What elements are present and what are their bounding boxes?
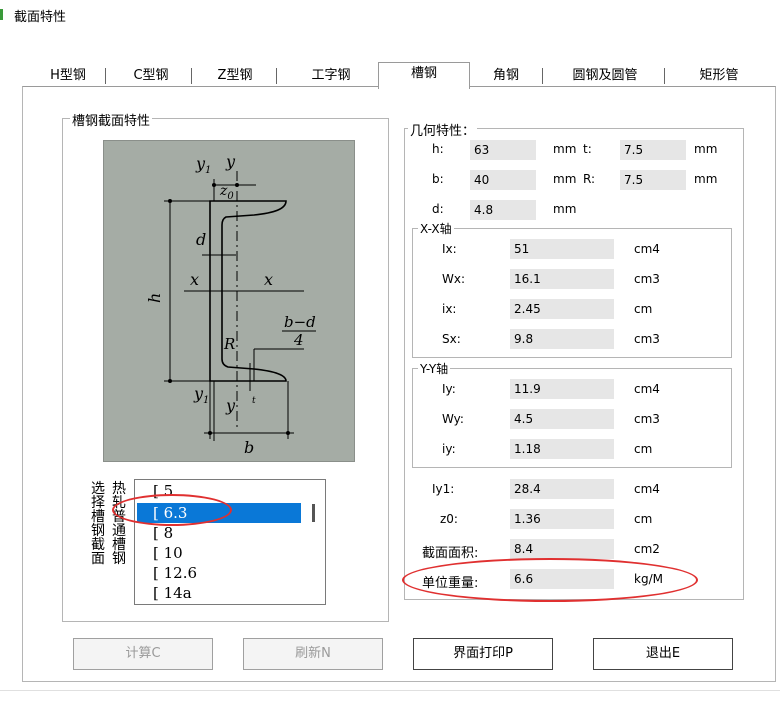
label-y1-bottom: y1 [193,384,209,406]
Iy1-unit: cm4 [634,482,660,496]
label-x-right: x [264,270,273,289]
yy-axis-title: Y-Y轴 [418,360,451,377]
label-x-left: x [190,270,199,289]
ix-label: ix: [442,302,457,316]
R-value-field[interactable]: 7.5 [620,170,686,190]
area-value-field[interactable]: 8.4 [510,539,614,559]
channel-section-diagram: y1 y z0 d x x h b−d 4 R y1 y t b [103,140,355,462]
label-R: R [223,335,235,353]
b-unit: mm [553,172,577,186]
selector-label: 选择槽钢截面 [91,481,105,567]
tab-channel-steel[interactable]: 槽钢 [378,62,470,89]
title-bar: 截面特性 [0,0,780,28]
tab-h-steel[interactable]: H型钢 [38,66,98,86]
Iy-value-field[interactable]: 11.9 [510,379,614,399]
annotation-circle-selection [112,494,232,526]
label-y1-top: y1 [195,154,211,176]
z0-value-field[interactable]: 1.36 [510,509,614,529]
tab-strip: H型钢 C型钢 Z型钢 工字钢 槽钢 角钢 圆钢及圆管 矩形管 [28,62,778,89]
Sx-label: Sx: [442,332,461,346]
list-item[interactable]: [ 10 [149,543,303,563]
ix-unit: cm [634,302,653,316]
list-item[interactable]: [ 14a [149,583,303,603]
Sx-unit: cm3 [634,332,660,346]
area-label: 截面面积: [422,546,479,561]
label-y-bottom: y [225,396,236,415]
tab-divider [276,68,277,84]
Sx-value-field[interactable]: 9.8 [510,329,614,349]
Iy-unit: cm4 [634,382,660,396]
h-value-field[interactable]: 63 [470,140,536,160]
Ix-label: Ix: [442,242,457,256]
tab-round-steel[interactable]: 圆钢及圆管 [550,66,660,86]
label-h: h [145,293,164,303]
area-unit: cm2 [634,542,660,556]
section-group-title: 槽钢截面特性 [70,110,153,129]
ix-value-field[interactable]: 2.45 [510,299,614,319]
Iy1-label: Iy1: [432,482,455,496]
window-title: 截面特性 [14,10,67,25]
Wy-label: Wy: [442,412,464,426]
print-screen-button[interactable]: 界面打印P [413,638,553,670]
channel-drawing: y1 y z0 d x x h b−d 4 R y1 y t b [145,152,316,457]
Iy1-value-field[interactable]: 28.4 [510,479,614,499]
tab-i-beam[interactable]: 工字钢 [286,66,376,86]
d-unit: mm [553,202,577,216]
geometry-group-title: 几何特性： [408,120,478,139]
Wx-value-field[interactable]: 16.1 [510,269,614,289]
listbox-scrollbar[interactable] [312,504,315,522]
app-icon [0,9,3,20]
b-label: b: [432,172,444,186]
z0-unit: cm [634,512,653,526]
exit-button[interactable]: 退出E [593,638,733,670]
label-z0: z0 [219,183,234,202]
d-value-field[interactable]: 4.8 [470,200,536,220]
iy-label: iy: [442,442,456,456]
Ix-value-field[interactable]: 51 [510,239,614,259]
tab-divider [105,68,106,84]
t-unit: mm [694,142,718,156]
tab-z-steel[interactable]: Z型钢 [200,66,270,86]
z0-label: z0: [440,512,458,526]
iy-unit: cm [634,442,653,456]
R-label: R: [583,172,596,186]
h-label: h: [432,142,444,156]
calculate-button[interactable]: 计算C [73,638,213,670]
list-item[interactable]: [ 12.6 [149,563,303,583]
Wx-label: Wx: [442,272,466,286]
d-label: d: [432,202,444,216]
selector-sublabel: 热轧普通槽钢 [112,481,126,567]
t-label: t: [583,142,592,156]
tab-divider [191,68,192,84]
tab-c-steel[interactable]: C型钢 [116,66,186,86]
b-value-field[interactable]: 40 [470,170,536,190]
tab-angle-steel[interactable]: 角钢 [474,66,538,86]
label-t: t [252,396,256,406]
h-unit: mm [553,142,577,156]
geometry-group [404,128,744,600]
Ix-unit: cm4 [634,242,660,256]
label-d: d [196,230,206,249]
Iy-label: Iy: [442,382,456,396]
Wx-unit: cm3 [634,272,660,286]
label-b-minus-d: b−d [284,313,316,331]
list-item[interactable]: [ 8 [149,523,303,543]
tab-rect-tube[interactable]: 矩形管 [674,66,764,86]
R-unit: mm [694,172,718,186]
annotation-circle-weight [402,558,698,602]
label-b: b [244,438,254,457]
xx-axis-title: X-X轴 [418,220,454,237]
tab-divider [664,68,665,84]
label-y-top: y [225,152,236,171]
t-value-field[interactable]: 7.5 [620,140,686,160]
label-frac-4: 4 [293,331,304,349]
refresh-button[interactable]: 刷新N [243,638,383,670]
bottom-divider [0,690,780,691]
Wy-unit: cm3 [634,412,660,426]
tab-divider [542,68,543,84]
iy-value-field[interactable]: 1.18 [510,439,614,459]
Wy-value-field[interactable]: 4.5 [510,409,614,429]
